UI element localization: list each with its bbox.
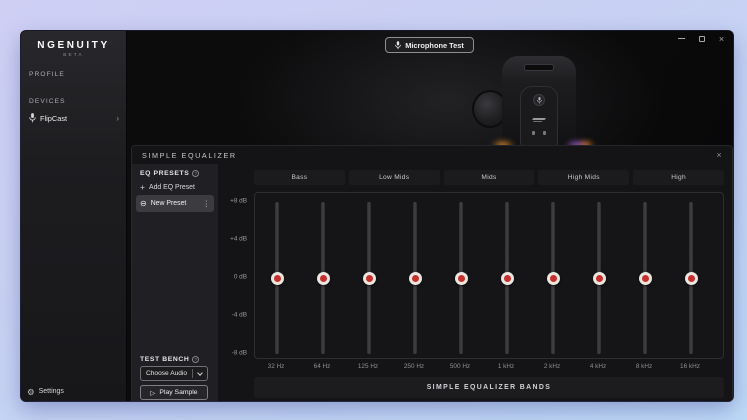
eq-slider-knob-64-hz[interactable] bbox=[317, 272, 330, 285]
db-tick-label: +4 dB bbox=[230, 236, 247, 243]
eq-slider-frame bbox=[254, 192, 724, 359]
minimize-icon[interactable] bbox=[676, 33, 687, 44]
eq-slider-knob-32-hz[interactable] bbox=[271, 272, 284, 285]
eq-slider-knob-16-khz[interactable] bbox=[685, 272, 698, 285]
microphone-icon bbox=[29, 113, 36, 123]
frequency-label: 32 Hz bbox=[253, 363, 299, 370]
microphone-test-button[interactable]: Microphone Test bbox=[385, 37, 474, 53]
device-front-plate bbox=[520, 86, 558, 146]
band-button-high[interactable]: High bbox=[633, 170, 724, 185]
chevron-down-icon bbox=[193, 373, 207, 375]
eq-slider-knob-125-hz[interactable] bbox=[363, 272, 376, 285]
frequency-label: 500 Hz bbox=[437, 363, 483, 370]
simple-equalizer-panel: SIMPLE EQUALIZER × EQ PRESETS ? + Add EQ… bbox=[131, 145, 733, 401]
eq-presets-header-label: EQ PRESETS bbox=[140, 170, 189, 177]
equalizer-panel-title: SIMPLE EQUALIZER bbox=[132, 151, 237, 160]
microphone-device-image bbox=[502, 56, 576, 146]
device-brand-logo bbox=[532, 118, 546, 120]
db-tick-label: +8 dB bbox=[230, 198, 247, 205]
settings-label: Settings bbox=[39, 388, 64, 395]
window-controls: × bbox=[676, 33, 727, 45]
sidebar-section-devices: DEVICES bbox=[29, 98, 66, 105]
equalizer-panel-header: SIMPLE EQUALIZER bbox=[132, 146, 732, 164]
frequency-label: 4 kHz bbox=[575, 363, 621, 370]
band-group-row: Bass Low Mids MidsHigh Mids High bbox=[254, 170, 724, 185]
sidebar: NGENUITY BETA PROFILE DEVICES FlipCast ›… bbox=[21, 31, 127, 401]
device-bottom-icons bbox=[521, 131, 557, 135]
microphone-icon bbox=[395, 41, 401, 50]
db-tick-label: -4 dB bbox=[232, 312, 247, 319]
choose-audio-select[interactable]: Choose Audio bbox=[140, 366, 208, 381]
frequency-label: 64 Hz bbox=[299, 363, 345, 370]
preset-name-label: New Preset bbox=[151, 200, 199, 207]
eq-slider-knob-2-khz[interactable] bbox=[547, 272, 560, 285]
play-icon: ▷ bbox=[150, 389, 155, 397]
frequency-label: 250 Hz bbox=[391, 363, 437, 370]
choose-audio-value: Choose Audio bbox=[141, 370, 192, 377]
logo-beta-tag: BETA bbox=[21, 52, 126, 57]
band-button-low-mids[interactable]: Low Mids bbox=[349, 170, 440, 185]
add-eq-preset-button[interactable]: + Add EQ Preset bbox=[140, 183, 195, 192]
add-eq-preset-label: Add EQ Preset bbox=[149, 184, 195, 191]
maximize-icon[interactable] bbox=[696, 33, 707, 44]
eq-slider-knob-4-khz[interactable] bbox=[593, 272, 606, 285]
preset-icon: ⊖ bbox=[140, 200, 147, 208]
band-button-mids[interactable]: Mids bbox=[444, 170, 535, 185]
eq-slider-knob-8-khz[interactable] bbox=[639, 272, 652, 285]
kebab-menu-icon[interactable]: ⋮ bbox=[203, 199, 211, 208]
sidebar-section-profile[interactable]: PROFILE bbox=[29, 71, 65, 78]
play-sample-label: Play Sample bbox=[159, 389, 197, 396]
play-sample-button[interactable]: ▷ Play Sample bbox=[140, 385, 208, 400]
sidebar-item-flipcast[interactable]: FlipCast › bbox=[25, 110, 123, 126]
help-icon[interactable]: ? bbox=[192, 170, 199, 177]
device-mute-mic-icon bbox=[533, 94, 545, 106]
logo-text: NGENUITY bbox=[21, 40, 126, 51]
preset-item-new-preset[interactable]: ⊖ New Preset ⋮ bbox=[136, 195, 214, 212]
band-button-bass[interactable]: Bass bbox=[254, 170, 345, 185]
db-tick-label: 0 dB bbox=[234, 274, 247, 281]
app-window: × Microphone Test bbox=[21, 31, 733, 401]
settings-button[interactable]: ⚙ Settings bbox=[27, 388, 64, 397]
eq-presets-panel: EQ PRESETS ? + Add EQ Preset ⊖ New Prese… bbox=[132, 164, 218, 401]
desktop-background: × Microphone Test bbox=[0, 0, 747, 420]
app-logo: NGENUITY BETA bbox=[21, 40, 126, 57]
frequency-label: 16 kHz bbox=[667, 363, 713, 370]
close-icon[interactable]: × bbox=[716, 33, 727, 44]
device-name-label: FlipCast bbox=[40, 114, 112, 123]
db-tick-label: -8 dB bbox=[232, 350, 247, 357]
microphone-test-label: Microphone Test bbox=[405, 41, 464, 50]
eq-slider-knob-1-khz[interactable] bbox=[501, 272, 514, 285]
band-button-high-mids[interactable]: High Mids bbox=[538, 170, 629, 185]
frequency-label: 125 Hz bbox=[345, 363, 391, 370]
test-bench-header: TEST BENCH ? bbox=[140, 356, 199, 363]
panel-close-icon[interactable]: × bbox=[713, 149, 725, 161]
test-bench-header-label: TEST BENCH bbox=[140, 356, 189, 363]
chevron-right-icon: › bbox=[116, 114, 119, 123]
simple-equalizer-bands-bar: SIMPLE EQUALIZER BANDS bbox=[254, 377, 724, 398]
frequency-label: 1 kHz bbox=[483, 363, 529, 370]
frequency-label-row: 32 Hz64 Hz125 Hz250 Hz500 Hz1 kHz2 kHz4 … bbox=[254, 363, 724, 373]
plus-icon: + bbox=[140, 183, 145, 192]
simple-equalizer-bands-label: SIMPLE EQUALIZER BANDS bbox=[427, 384, 552, 391]
frequency-label: 8 kHz bbox=[621, 363, 667, 370]
eq-slider-knob-250-hz[interactable] bbox=[409, 272, 422, 285]
help-icon[interactable]: ? bbox=[192, 356, 199, 363]
eq-slider-knob-500-hz[interactable] bbox=[455, 272, 468, 285]
db-scale: +8 dB +4 dB 0 dB -4 dB -8 dB bbox=[216, 192, 252, 359]
gear-icon: ⚙ bbox=[27, 388, 35, 397]
eq-presets-header: EQ PRESETS ? bbox=[140, 170, 199, 177]
device-top-slot bbox=[524, 64, 554, 71]
frequency-label: 2 kHz bbox=[529, 363, 575, 370]
